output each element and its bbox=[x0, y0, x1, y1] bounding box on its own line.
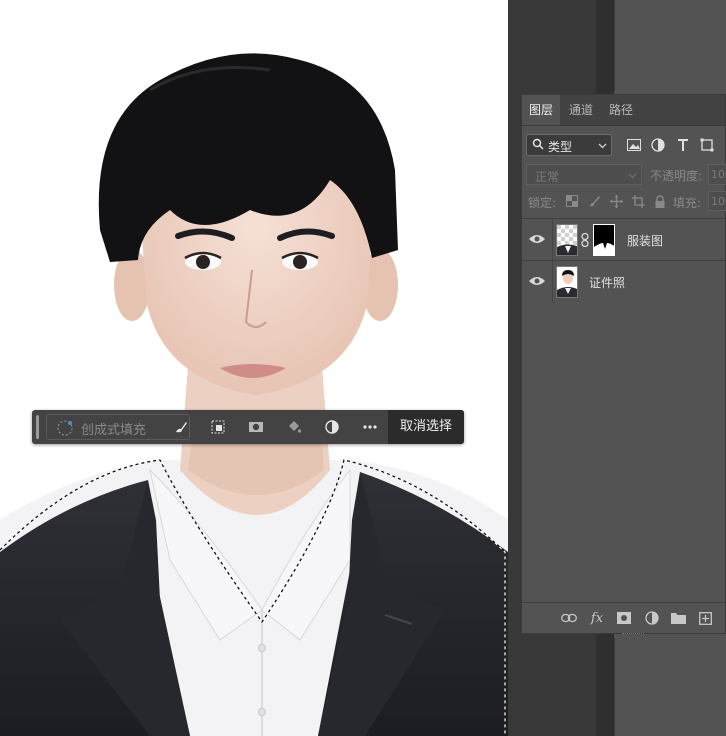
layers-panel: 图层 通道 路径 类型 正常 不透明度: 10 锁定: 填充: 10 服装图 证… bbox=[521, 94, 726, 634]
fill-label: 填充: bbox=[673, 196, 702, 210]
lock-artboard-icon[interactable] bbox=[630, 193, 646, 209]
search-icon bbox=[532, 138, 544, 153]
adjustment-filter-icon[interactable] bbox=[650, 137, 666, 153]
layer-row-id-photo[interactable]: 证件照 bbox=[522, 260, 725, 303]
layer-thumbnail[interactable] bbox=[556, 266, 578, 298]
panel-tabs: 图层 通道 路径 bbox=[522, 95, 725, 126]
lock-all-icon[interactable] bbox=[652, 193, 668, 209]
layer-mask-thumbnail[interactable] bbox=[593, 224, 615, 256]
add-mask-icon[interactable] bbox=[615, 610, 633, 626]
document-canvas[interactable]: 创成式填充 取消选择 bbox=[0, 0, 508, 736]
layers-footer: fx bbox=[522, 602, 725, 634]
layer-row-clothing[interactable]: 服装图 bbox=[522, 218, 725, 261]
lock-position-icon[interactable] bbox=[608, 193, 624, 209]
blend-row: 正常 不透明度: 100% bbox=[522, 163, 726, 187]
lock-row: 锁定: 填充: 100% bbox=[522, 191, 726, 213]
more-icon[interactable] bbox=[359, 417, 381, 437]
generative-fill-button[interactable]: 创成式填充 bbox=[46, 414, 190, 440]
link-icon[interactable] bbox=[581, 232, 589, 250]
generative-fill-icon bbox=[56, 419, 74, 441]
transform-selection-icon[interactable] bbox=[207, 417, 229, 437]
eye-icon[interactable] bbox=[528, 232, 546, 246]
tab-layers[interactable]: 图层 bbox=[522, 95, 561, 125]
lock-transparent-pixels-icon[interactable] bbox=[564, 193, 580, 209]
type-filter-icon[interactable] bbox=[675, 137, 691, 153]
opacity-label: 不透明度: bbox=[650, 169, 703, 183]
brush-icon[interactable] bbox=[170, 417, 192, 437]
chevron-down-icon bbox=[628, 169, 637, 183]
fill-field[interactable]: 100% bbox=[708, 191, 726, 211]
new-group-icon[interactable] bbox=[669, 610, 687, 626]
fx-icon[interactable]: fx bbox=[588, 610, 606, 626]
link-layers-icon[interactable] bbox=[560, 610, 578, 626]
panel-resize-handle[interactable] bbox=[622, 633, 644, 637]
portrait-photo bbox=[0, 53, 508, 736]
contextual-task-bar: 创成式填充 取消选择 bbox=[32, 410, 464, 444]
adjustment-icon[interactable] bbox=[321, 417, 343, 437]
tab-paths[interactable]: 路径 bbox=[602, 95, 640, 125]
opacity-field[interactable]: 100% bbox=[708, 164, 726, 185]
collapsed-panel-bottom bbox=[614, 638, 726, 736]
lock-label: 锁定: bbox=[528, 196, 557, 210]
new-adjustment-icon[interactable] bbox=[643, 610, 661, 626]
fill-bucket-icon[interactable] bbox=[283, 417, 305, 437]
collapsed-panel-top bbox=[614, 0, 726, 92]
filter-kind-select[interactable]: 类型 bbox=[526, 134, 612, 156]
blend-mode-select[interactable]: 正常 bbox=[526, 164, 642, 185]
shape-filter-icon[interactable] bbox=[699, 137, 715, 153]
layer-filter-row: 类型 bbox=[522, 131, 725, 157]
lock-image-pixels-icon[interactable] bbox=[586, 193, 602, 209]
deselect-button[interactable]: 取消选择 bbox=[388, 410, 464, 444]
image-filter-icon[interactable] bbox=[626, 137, 642, 153]
mask-icon[interactable] bbox=[245, 417, 267, 437]
new-layer-icon[interactable] bbox=[696, 610, 714, 626]
eye-icon[interactable] bbox=[528, 274, 546, 288]
chevron-down-icon bbox=[598, 139, 607, 153]
taskbar-drag-handle[interactable] bbox=[36, 415, 39, 439]
layer-thumbnail[interactable] bbox=[556, 224, 578, 256]
tab-channels[interactable]: 通道 bbox=[562, 95, 600, 125]
